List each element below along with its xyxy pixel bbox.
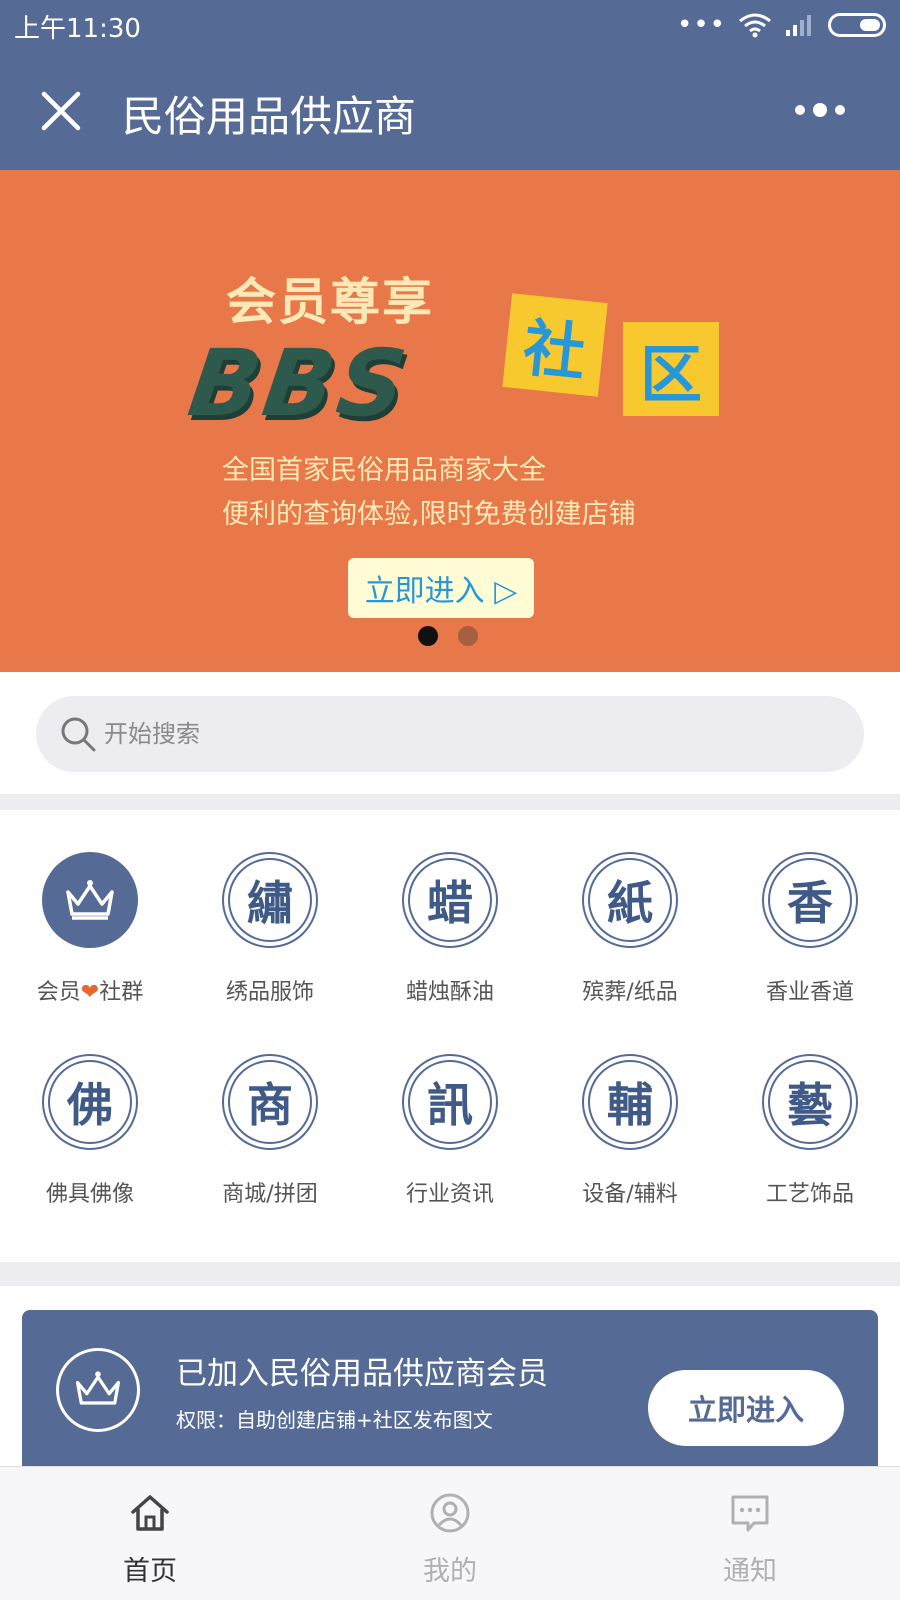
crown-icon: [75, 1371, 121, 1405]
tab-home[interactable]: 首页: [0, 1467, 300, 1600]
embroidery-seal-icon: 繡: [247, 876, 293, 930]
title-bar: 民俗用品供应商: [0, 50, 900, 170]
category-embroidery[interactable]: 繡 绣品服饰: [180, 810, 360, 1005]
category-news[interactable]: 訊 行业资讯: [360, 1012, 540, 1207]
member-title: 已加入民俗用品供应商会员: [176, 1356, 548, 1392]
search-input[interactable]: [104, 696, 844, 772]
category-label: 会员❤社群: [0, 974, 180, 1006]
crafts-seal-icon: 藝: [787, 1078, 833, 1132]
section-divider: [0, 1262, 900, 1286]
more-menu-button[interactable]: [778, 90, 862, 130]
category-candles[interactable]: 蜡 蜡烛酥油: [360, 810, 540, 1005]
banner-enter-button[interactable]: 立即进入 ▷: [348, 558, 534, 618]
wifi-icon: [739, 13, 771, 38]
more-dot: [795, 105, 805, 115]
category-buddha[interactable]: 佛 佛具佛像: [0, 1012, 180, 1207]
carousel-dot[interactable]: [458, 626, 478, 646]
status-time: 上午11:30: [14, 14, 141, 44]
tab-label: 通知: [723, 1556, 777, 1587]
tab-label: 首页: [123, 1556, 177, 1587]
category-icon: 紙: [582, 852, 678, 948]
status-icons: •••: [677, 12, 886, 38]
status-bar: 上午11:30 •••: [0, 0, 900, 50]
tab-notifications[interactable]: 通知: [600, 1467, 900, 1600]
signal-icon: [786, 15, 811, 36]
member-enter-button[interactable]: 立即进入: [648, 1370, 844, 1446]
category-icon: 佛: [42, 1054, 138, 1150]
paper-seal-icon: 紙: [607, 876, 653, 930]
banner-tile-qu: 区: [623, 322, 719, 416]
category-label: 设备/辅料: [582, 1182, 678, 1207]
home-icon: [131, 1495, 169, 1531]
member-card: 已加入民俗用品供应商会员 权限：自助创建店铺+社区发布图文 立即进入: [22, 1310, 878, 1480]
user-icon: [430, 1493, 470, 1533]
category-member-community[interactable]: 会员❤社群: [0, 810, 180, 1005]
category-mall[interactable]: 商 商城/拼团: [180, 1012, 360, 1207]
bottom-tab-bar: 首页 我的 通知: [0, 1466, 900, 1600]
battery-icon: [828, 13, 886, 37]
category-label-part: 社群: [99, 980, 144, 1005]
more-status-icon: •••: [676, 10, 726, 40]
candle-seal-icon: 蜡: [427, 876, 473, 930]
news-seal-icon: 訊: [427, 1078, 473, 1132]
category-incense[interactable]: 香 香业香道: [720, 810, 900, 1005]
category-grid: 会员❤社群 繡 绣品服饰 蜡 蜡烛酥油 紙 殡葬/纸品 香 香业香道 佛 佛具佛…: [0, 810, 900, 1262]
crown-icon: [66, 880, 114, 920]
category-icon: 訊: [402, 1054, 498, 1150]
category-label: 商城/拼团: [222, 1182, 318, 1207]
category-label: 蜡烛酥油: [405, 980, 494, 1005]
incense-seal-icon: 香: [787, 876, 833, 930]
category-icon: [42, 852, 138, 948]
category-icon: 藝: [762, 1054, 858, 1150]
tab-profile[interactable]: 我的: [300, 1467, 600, 1600]
tab-label: 我的: [423, 1556, 477, 1587]
banner-line: 全国首家民俗用品商家大全: [222, 455, 546, 486]
category-label: 殡葬/纸品: [582, 980, 678, 1005]
more-dot: [813, 103, 827, 117]
equipment-seal-icon: 輔: [607, 1078, 653, 1132]
category-label: 绣品服饰: [225, 980, 314, 1005]
category-icon: 輔: [582, 1054, 678, 1150]
buddha-seal-icon: 佛: [67, 1078, 113, 1132]
carousel-dot-active[interactable]: [418, 626, 438, 646]
category-label: 香业香道: [765, 980, 854, 1005]
heart-icon: ❤: [80, 980, 100, 1005]
banner-tile-she: 社: [502, 293, 608, 397]
more-dot: [835, 105, 845, 115]
category-icon: 繡: [222, 852, 318, 948]
category-icon: 蜡: [402, 852, 498, 948]
section-divider: [0, 794, 900, 810]
member-permissions: 权限：自助创建店铺+社区发布图文: [176, 1408, 493, 1432]
category-label: 行业资讯: [405, 1182, 494, 1207]
category-paper[interactable]: 紙 殡葬/纸品: [540, 810, 720, 1005]
member-crown-badge: [56, 1348, 140, 1432]
search-box[interactable]: [36, 696, 864, 772]
category-label: 工艺饰品: [765, 1182, 854, 1207]
category-icon: 商: [222, 1054, 318, 1150]
banner-logo: BBS: [182, 330, 417, 437]
search-icon: [61, 717, 96, 752]
category-crafts[interactable]: 藝 工艺饰品: [720, 1012, 900, 1207]
search-section: [0, 672, 900, 794]
promo-banner[interactable]: 会员尊享 BBS 社 区 全国首家民俗用品商家大全 便利的查询体验,限时免费创建…: [0, 170, 900, 672]
banner-kicker: 会员尊享: [226, 273, 434, 331]
mall-seal-icon: 商: [247, 1078, 293, 1132]
category-equipment[interactable]: 輔 设备/辅料: [540, 1012, 720, 1207]
close-icon[interactable]: [36, 86, 86, 136]
message-icon: [731, 1495, 769, 1532]
category-icon: 香: [762, 852, 858, 948]
page-title: 民俗用品供应商: [122, 92, 417, 141]
carousel-indicator: [418, 626, 478, 646]
banner-line: 便利的查询体验,限时免费创建店铺: [222, 499, 636, 530]
category-label-part: 会员: [36, 980, 81, 1005]
category-label: 佛具佛像: [45, 1182, 134, 1207]
